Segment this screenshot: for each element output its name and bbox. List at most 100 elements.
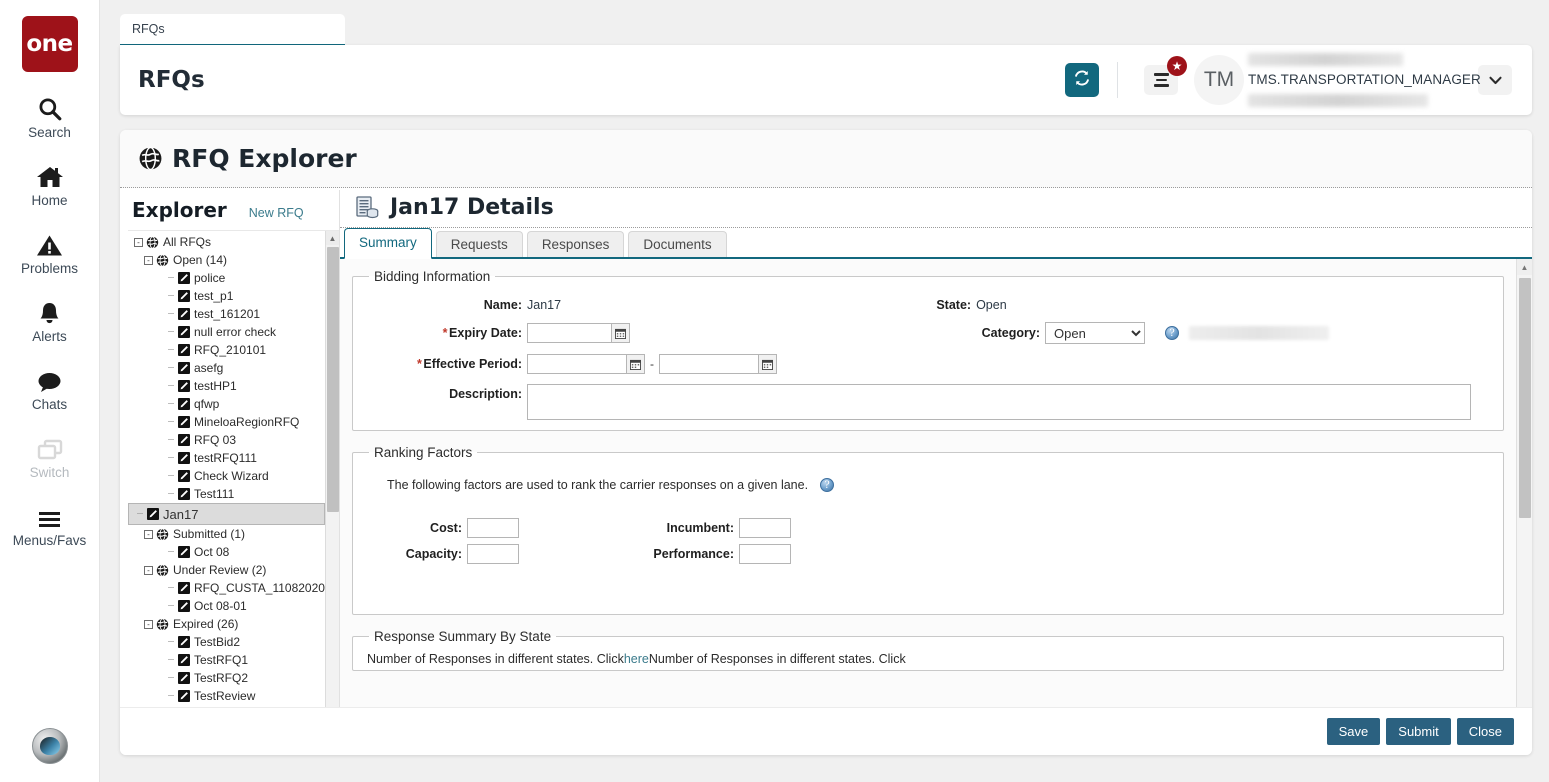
brand-logo[interactable]: one	[22, 16, 78, 72]
list-menu-button[interactable]: ★	[1144, 65, 1178, 95]
tree-toggle-collapse-icon[interactable]: -	[144, 256, 153, 265]
tree-item[interactable]: ┄TestRFQ2	[128, 669, 325, 687]
refresh-button[interactable]	[1065, 63, 1099, 97]
explorer-tree[interactable]: -All RFQs-Open (14)┄police┄test_p1┄test_…	[128, 231, 325, 755]
tree-item[interactable]: ┄null error check	[128, 323, 325, 341]
rfq-document-icon	[178, 600, 190, 612]
tree-item[interactable]: ┄testRFQ111	[128, 449, 325, 467]
explorer-title: Explorer	[132, 198, 227, 222]
rail-item-chats[interactable]: Chats	[0, 364, 100, 412]
tree-item[interactable]: ┄Oct 08	[128, 543, 325, 561]
browser-tab-rfqs[interactable]: RFQs	[120, 14, 345, 46]
form-scroll-thumb[interactable]	[1519, 278, 1531, 518]
tab-requests[interactable]: Requests	[436, 231, 523, 257]
tree-item[interactable]: ┄Test111	[128, 485, 325, 503]
tree-toggle-collapse-icon[interactable]: -	[144, 566, 153, 575]
rfq-document-icon	[178, 362, 190, 374]
form-scrollbar[interactable]: ▲ ▼	[1516, 259, 1532, 755]
category-label: Category:	[780, 326, 1040, 340]
avatar[interactable]: TM	[1194, 55, 1244, 105]
tree-item[interactable]: ┄police	[128, 269, 325, 287]
tree-item[interactable]: ┄test_p1	[128, 287, 325, 305]
category-select[interactable]: Open	[1045, 322, 1145, 344]
effective-from-calendar-icon[interactable]	[627, 354, 645, 374]
tree-item[interactable]: -Expired (26)	[128, 615, 325, 633]
save-button[interactable]: Save	[1327, 718, 1381, 745]
user-menu-button[interactable]	[1478, 65, 1512, 95]
response-summary-legend: Response Summary By State	[369, 629, 556, 644]
tree-item-label: null error check	[194, 325, 276, 339]
tree-item[interactable]: ┄RFQ 03	[128, 431, 325, 449]
expiry-calendar-icon[interactable]	[612, 323, 630, 343]
tree-toggle-collapse-icon[interactable]: -	[144, 620, 153, 629]
row-effective-period: *Effective Period: -	[367, 354, 1489, 374]
tree-item[interactable]: ┄Check Wizard	[128, 467, 325, 485]
tree-item[interactable]: -Under Review (2)	[128, 561, 325, 579]
expiry-date-input[interactable]	[527, 323, 612, 343]
category-help-circle-icon[interactable]: ?	[1165, 326, 1179, 340]
rfq-document-icon	[178, 398, 190, 410]
tree-item[interactable]: ┄Oct 08-01	[128, 597, 325, 615]
rail-item-switch[interactable]: Switch	[0, 432, 100, 480]
tree-item[interactable]: ┄TestReview	[128, 687, 325, 705]
page-title: RFQs	[138, 67, 1065, 93]
cost-input[interactable]	[467, 518, 519, 538]
globe-icon	[156, 564, 169, 577]
rail-item-search[interactable]: Search	[0, 92, 100, 140]
response-summary-here-link[interactable]: here	[624, 652, 649, 666]
new-rfq-link[interactable]: New RFQ	[249, 206, 304, 220]
tab-documents[interactable]: Documents	[628, 231, 726, 257]
rail-item-problems[interactable]: Problems	[0, 228, 100, 276]
main-content-card: RFQ Explorer Explorer New RFQ -All RFQs-…	[120, 130, 1532, 755]
tab-summary[interactable]: Summary	[344, 228, 432, 259]
tree-item[interactable]: ┄RFQ_CUSTA_11082020	[128, 579, 325, 597]
scroll-up-arrow-icon[interactable]: ▲	[326, 231, 339, 245]
effective-from-input[interactable]	[527, 354, 627, 374]
rail-item-menus-favs[interactable]: Menus/Favs	[0, 500, 100, 548]
tree-item[interactable]: ┄Jan17	[128, 503, 325, 525]
tree-item[interactable]: -All RFQs	[128, 233, 325, 251]
tree-item[interactable]: ┄asefg	[128, 359, 325, 377]
explorer-scrollbar[interactable]: ▲ ▼	[325, 231, 339, 755]
tab-responses[interactable]: Responses	[527, 231, 625, 257]
tree-item[interactable]: ┄TestBid2	[128, 633, 325, 651]
tree-toggle-collapse-icon[interactable]: -	[134, 238, 143, 247]
tree-toggle-collapse-icon[interactable]: -	[144, 530, 153, 539]
ranking-help-circle-icon[interactable]: ?	[820, 478, 834, 492]
form-scroll-up-arrow-icon[interactable]: ▲	[1517, 259, 1532, 275]
tree-item[interactable]: ┄qfwp	[128, 395, 325, 413]
performance-input[interactable]	[739, 544, 791, 564]
capacity-input[interactable]	[467, 544, 519, 564]
tree-item[interactable]: -Open (14)	[128, 251, 325, 269]
rail-item-alerts[interactable]: Alerts	[0, 296, 100, 344]
assistant-orb-icon[interactable]	[32, 728, 68, 764]
tree-connector: ┄	[164, 489, 178, 500]
rfq-document-icon	[178, 636, 190, 648]
tree-item[interactable]: ┄test_161201	[128, 305, 325, 323]
tree-item-label: testRFQ111	[194, 451, 257, 465]
browser-tabstrip: RFQs	[120, 14, 1532, 46]
incumbent-input[interactable]	[739, 518, 791, 538]
submit-button[interactable]: Submit	[1386, 718, 1450, 745]
description-textarea[interactable]	[527, 384, 1471, 420]
rfq-explorer-header: RFQ Explorer	[120, 130, 1532, 188]
tree-item-label: TestRFQ1	[194, 653, 248, 667]
tree-item[interactable]: ┄MineloaRegionRFQ	[128, 413, 325, 431]
tree-connector: ┄	[164, 655, 178, 666]
effective-to-calendar-icon[interactable]	[759, 354, 777, 374]
tree-item[interactable]: -Submitted (1)	[128, 525, 325, 543]
effective-period-separator: -	[650, 357, 654, 371]
tree-connector: ┄	[164, 273, 178, 284]
effective-to-input[interactable]	[659, 354, 759, 374]
response-summary-section: Response Summary By State Number of Resp…	[352, 629, 1504, 671]
tree-item[interactable]: ┄ TestRFQ1	[128, 651, 325, 669]
explorer-scroll-thumb[interactable]	[327, 247, 339, 512]
tree-item[interactable]: ┄testHP1	[128, 377, 325, 395]
tree-item[interactable]: ┄RFQ_210101	[128, 341, 325, 359]
tree-connector: ┄	[164, 345, 178, 356]
rail-item-home[interactable]: Home	[0, 160, 100, 208]
tab-label: Responses	[542, 237, 610, 252]
close-button[interactable]: Close	[1457, 718, 1514, 745]
rfq-document-icon	[178, 434, 190, 446]
tree-item-label: TestBid2	[194, 635, 240, 649]
